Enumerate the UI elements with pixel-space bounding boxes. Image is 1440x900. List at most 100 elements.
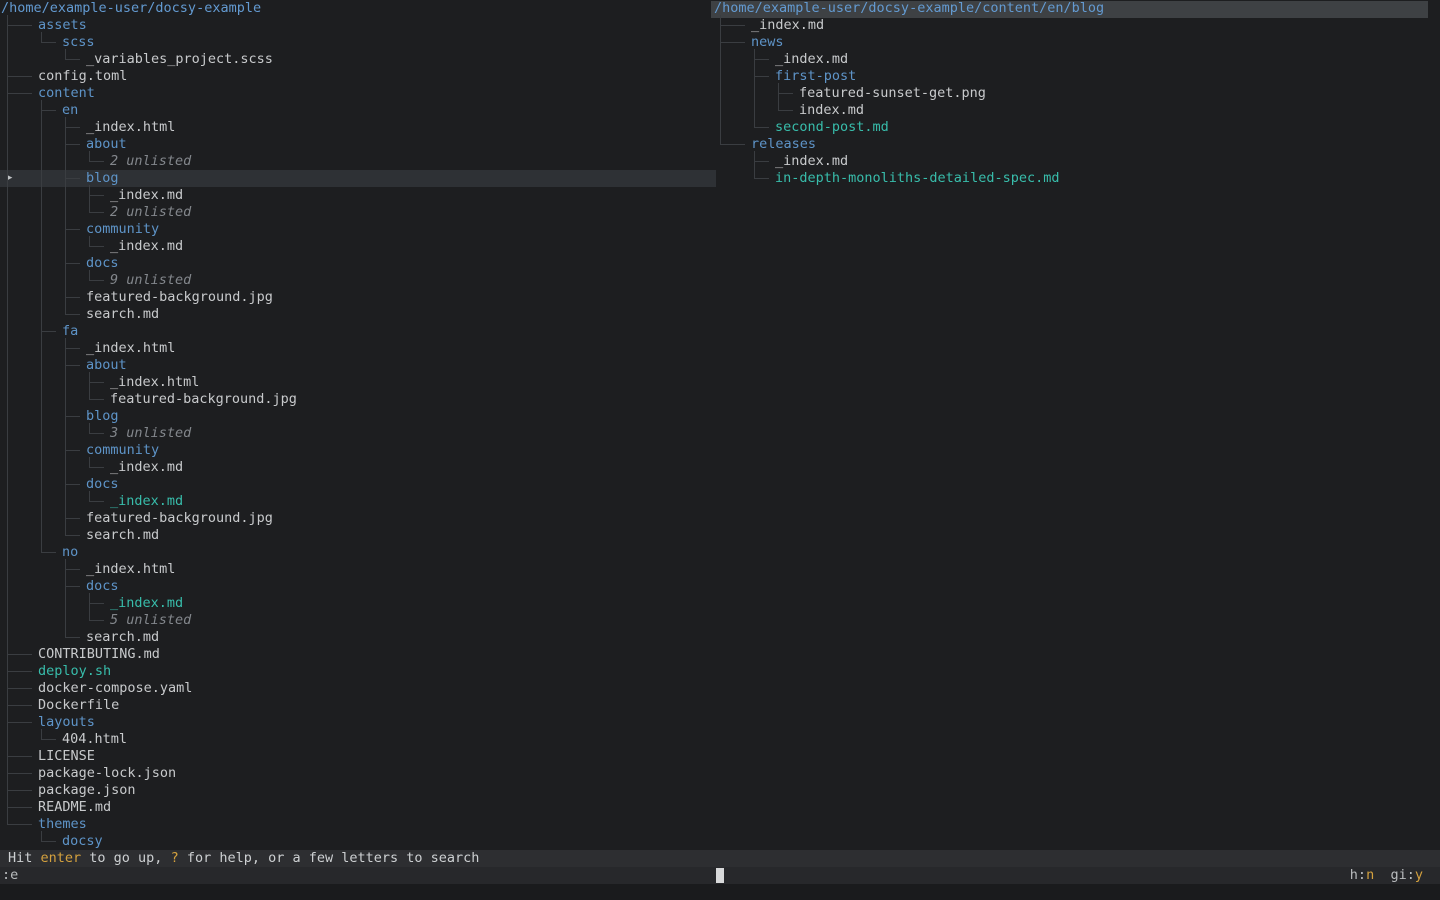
- tree-node-scss[interactable]: scss: [62, 34, 95, 51]
- tree-branch-line: [65, 59, 80, 60]
- tree-node-about[interactable]: about: [86, 357, 127, 374]
- tree-node-contributing-md[interactable]: CONTRIBUTING.md: [38, 646, 160, 663]
- tree-node-second-post-md[interactable]: second-post.md: [775, 119, 889, 136]
- tree-node-9-unlisted[interactable]: 9 unlisted: [110, 272, 191, 289]
- tree-branch-line: [7, 722, 32, 723]
- tree-branch-line: [7, 790, 32, 791]
- tree-node--index-md[interactable]: _index.md: [110, 238, 183, 255]
- tree-branch-line: [41, 110, 56, 111]
- tree-branch-line: [41, 841, 56, 842]
- tree-node-dockerfile[interactable]: Dockerfile: [38, 697, 119, 714]
- tree-node-5-unlisted[interactable]: 5 unlisted: [110, 612, 191, 629]
- tree-node-featured-background-jpg[interactable]: featured-background.jpg: [110, 391, 297, 408]
- tree-branch-line: [7, 688, 32, 689]
- tree-node--index-md[interactable]: _index.md: [775, 51, 848, 68]
- command-input-left[interactable]: :e: [2, 867, 18, 884]
- tree-branch-line: [754, 76, 769, 77]
- tree-node-license[interactable]: LICENSE: [38, 748, 95, 765]
- tree-branch-line: [778, 93, 793, 94]
- status-text: for help, or a few letters to search: [179, 850, 480, 866]
- tree-node--index-html[interactable]: _index.html: [86, 340, 175, 357]
- tree-branch-line: [89, 457, 90, 468]
- tree-node--index-html[interactable]: _index.html: [86, 119, 175, 136]
- tree-branch-line: [754, 59, 769, 60]
- tree-node-first-post[interactable]: first-post: [775, 68, 856, 85]
- tree-node-404-html[interactable]: 404.html: [62, 731, 127, 748]
- tree-node--index-md[interactable]: _index.md: [110, 595, 183, 612]
- tree-branch-line: [7, 93, 32, 94]
- tree-branch-line: [720, 15, 721, 145]
- tree-node-config-toml[interactable]: config.toml: [38, 68, 127, 85]
- tree-branch-line: [65, 338, 66, 536]
- tree-node-content[interactable]: content: [38, 85, 95, 102]
- status-text: to go up,: [81, 850, 170, 866]
- tree-node-index-md[interactable]: index.md: [799, 102, 864, 119]
- tree-node-2-unlisted[interactable]: 2 unlisted: [110, 204, 191, 221]
- tree-branch-line: [7, 824, 32, 825]
- tree-node-featured-sunset-get-png[interactable]: featured-sunset-get.png: [799, 85, 986, 102]
- mode-flags: h:n gi:y: [1350, 867, 1423, 884]
- tree-branch-line: [89, 270, 90, 281]
- tree-branch-line: [7, 654, 32, 655]
- tree-node-assets[interactable]: assets: [38, 17, 87, 34]
- text-cursor: [716, 868, 724, 883]
- tree-branch-line: [7, 807, 32, 808]
- tree-node--variables-project-scss[interactable]: _variables_project.scss: [86, 51, 273, 68]
- tree-node-package-lock-json[interactable]: package-lock.json: [38, 765, 176, 782]
- tree-node-community[interactable]: community: [86, 442, 159, 459]
- tree-node--index-html[interactable]: _index.html: [86, 561, 175, 578]
- tree-branch-line: [89, 467, 104, 468]
- command-bar[interactable]: :e h:n gi:y: [0, 867, 1440, 884]
- tree-branch-line: [65, 263, 80, 264]
- tree-node--index-md[interactable]: _index.md: [751, 17, 824, 34]
- tree-branch-line: [89, 280, 104, 281]
- tree-node-docs[interactable]: docs: [86, 578, 119, 595]
- tree-node-featured-background-jpg[interactable]: featured-background.jpg: [86, 510, 273, 527]
- tree-node-themes[interactable]: themes: [38, 816, 87, 833]
- tree-node--index-md[interactable]: _index.md: [775, 153, 848, 170]
- tree-node-about[interactable]: about: [86, 136, 127, 153]
- tree-node-docker-compose-yaml[interactable]: docker-compose.yaml: [38, 680, 192, 697]
- tree-node-2-unlisted[interactable]: 2 unlisted: [110, 153, 191, 170]
- tree-branch-line: [65, 559, 66, 638]
- tree-branch-line: [41, 552, 56, 553]
- tree-node-layouts[interactable]: layouts: [38, 714, 95, 731]
- tree-node-community[interactable]: community: [86, 221, 159, 238]
- tree-node--index-md[interactable]: _index.md: [110, 187, 183, 204]
- tree-node-package-json[interactable]: package.json: [38, 782, 136, 799]
- tree-node-search-md[interactable]: search.md: [86, 527, 159, 544]
- tree-node-releases[interactable]: releases: [751, 136, 816, 153]
- tree-node-in-depth-monoliths-detailed-spec-md[interactable]: in-depth-monoliths-detailed-spec.md: [775, 170, 1059, 187]
- tree-node-3-unlisted[interactable]: 3 unlisted: [110, 425, 191, 442]
- tree-branch-line: [89, 399, 104, 400]
- tree-node--index-md[interactable]: _index.md: [110, 493, 183, 510]
- tree-branch-line: [7, 15, 8, 825]
- tree-branch-line: [65, 348, 80, 349]
- tree-branch-line: [89, 236, 90, 247]
- tree-node--index-html[interactable]: _index.html: [110, 374, 199, 391]
- tree-node-news[interactable]: news: [751, 34, 784, 51]
- broot-terminal: /home/example-user/docsy-exampleassetssc…: [0, 0, 1440, 900]
- tree-node-search-md[interactable]: search.md: [86, 629, 159, 646]
- tree-branch-line: [65, 484, 80, 485]
- tree-node-blog[interactable]: blog: [86, 408, 119, 425]
- tree-branch-line: [89, 161, 104, 162]
- tree-node-search-md[interactable]: search.md: [86, 306, 159, 323]
- terminal-bottom-margin: [0, 884, 1440, 900]
- tree-branch-line: [65, 178, 80, 179]
- tree-node-featured-background-jpg[interactable]: featured-background.jpg: [86, 289, 273, 306]
- tree-branch-line: [89, 423, 90, 434]
- tree-node-docs[interactable]: docs: [86, 476, 119, 493]
- tree-node-docsy[interactable]: docsy: [62, 833, 103, 850]
- tree-node-readme-md[interactable]: README.md: [38, 799, 111, 816]
- panel-path: /home/example-user/docsy-example: [1, 0, 261, 17]
- tree-node-deploy-sh[interactable]: deploy.sh: [38, 663, 111, 680]
- tree-branch-line: [720, 25, 745, 26]
- tree-node--index-md[interactable]: _index.md: [110, 459, 183, 476]
- tree-branch-line: [720, 144, 745, 145]
- tree-branch-line: [89, 382, 104, 383]
- tree-node-blog[interactable]: blog: [86, 170, 119, 187]
- tree-panels: /home/example-user/docsy-exampleassetssc…: [0, 0, 1440, 900]
- tree-branch-line: [41, 331, 56, 332]
- tree-node-docs[interactable]: docs: [86, 255, 119, 272]
